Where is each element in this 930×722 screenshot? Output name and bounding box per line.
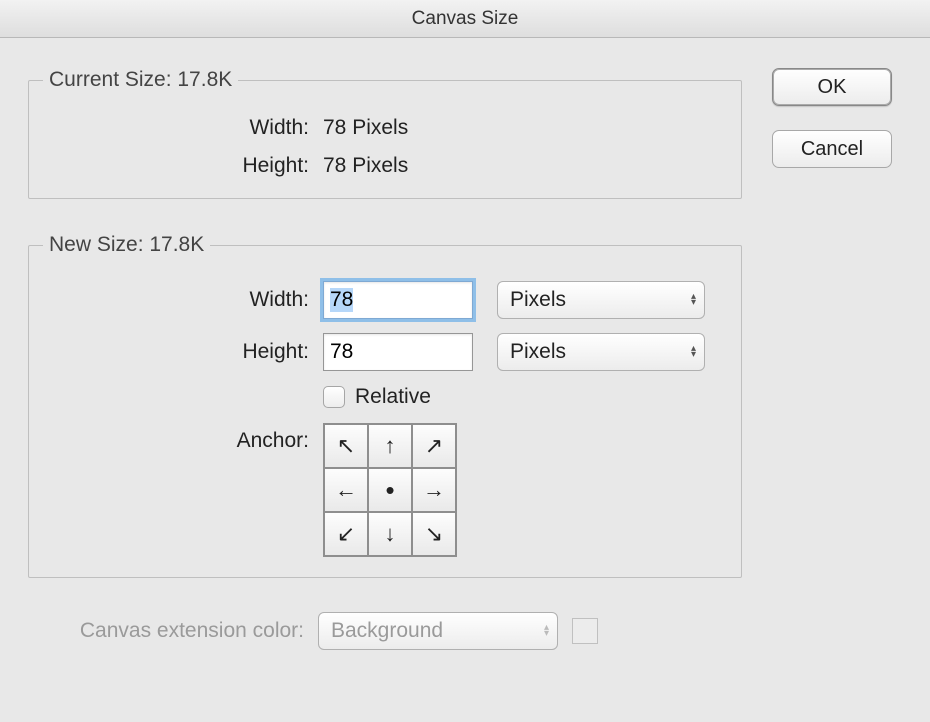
updown-icon: ▴▾ <box>691 346 696 358</box>
new-size-group: New Size: 17.8K Width: Pixels ▴▾ Height:… <box>28 233 742 578</box>
window-title: Canvas Size <box>0 0 930 38</box>
current-size-group: Current Size: 17.8K Width: 78 Pixels Hei… <box>28 68 742 199</box>
arrow-n-icon: ↑ <box>385 433 396 459</box>
anchor-label: Anchor: <box>43 423 323 453</box>
anchor-sw[interactable]: ↙ <box>324 512 368 556</box>
anchor-e[interactable]: → <box>412 468 456 512</box>
extension-color-select: Background ▴▾ <box>318 612 558 650</box>
arrow-se-icon: ↘ <box>425 521 443 547</box>
current-width-value: 78 Pixels <box>323 116 408 140</box>
anchor-ne[interactable]: ↗ <box>412 424 456 468</box>
anchor-nw[interactable]: ↖ <box>324 424 368 468</box>
arrow-s-icon: ↓ <box>385 521 396 547</box>
anchor-center[interactable]: • <box>368 468 412 512</box>
new-width-label: Width: <box>43 288 323 312</box>
updown-icon: ▴▾ <box>544 625 549 637</box>
anchor-w[interactable]: ← <box>324 468 368 512</box>
new-height-input[interactable] <box>323 333 473 371</box>
extension-color-value: Background <box>331 619 443 643</box>
new-height-label: Height: <box>43 340 323 364</box>
new-size-legend: New Size: 17.8K <box>43 233 210 257</box>
new-width-input[interactable] <box>323 281 473 319</box>
new-width-unit-select[interactable]: Pixels ▴▾ <box>497 281 705 319</box>
current-height-value: 78 Pixels <box>323 154 408 178</box>
ok-button[interactable]: OK <box>772 68 892 106</box>
arrow-nw-icon: ↖ <box>337 433 355 459</box>
arrow-w-icon: ← <box>335 477 357 503</box>
extension-color-swatch <box>572 618 598 644</box>
current-width-label: Width: <box>43 116 323 140</box>
relative-label: Relative <box>355 385 431 409</box>
new-height-unit-value: Pixels <box>510 340 566 364</box>
extension-color-label: Canvas extension color: <box>28 619 318 643</box>
anchor-n[interactable]: ↑ <box>368 424 412 468</box>
anchor-grid: ↖ ↑ ↗ ← • → ↙ ↓ ↘ <box>323 423 457 557</box>
arrow-sw-icon: ↙ <box>337 521 355 547</box>
anchor-se[interactable]: ↘ <box>412 512 456 556</box>
new-width-unit-value: Pixels <box>510 288 566 312</box>
relative-checkbox[interactable] <box>323 386 345 408</box>
updown-icon: ▴▾ <box>691 294 696 306</box>
cancel-button[interactable]: Cancel <box>772 130 892 168</box>
arrow-ne-icon: ↗ <box>425 433 443 459</box>
new-height-unit-select[interactable]: Pixels ▴▾ <box>497 333 705 371</box>
current-height-label: Height: <box>43 154 323 178</box>
arrow-e-icon: → <box>423 477 445 503</box>
current-size-legend: Current Size: 17.8K <box>43 68 238 92</box>
anchor-s[interactable]: ↓ <box>368 512 412 556</box>
